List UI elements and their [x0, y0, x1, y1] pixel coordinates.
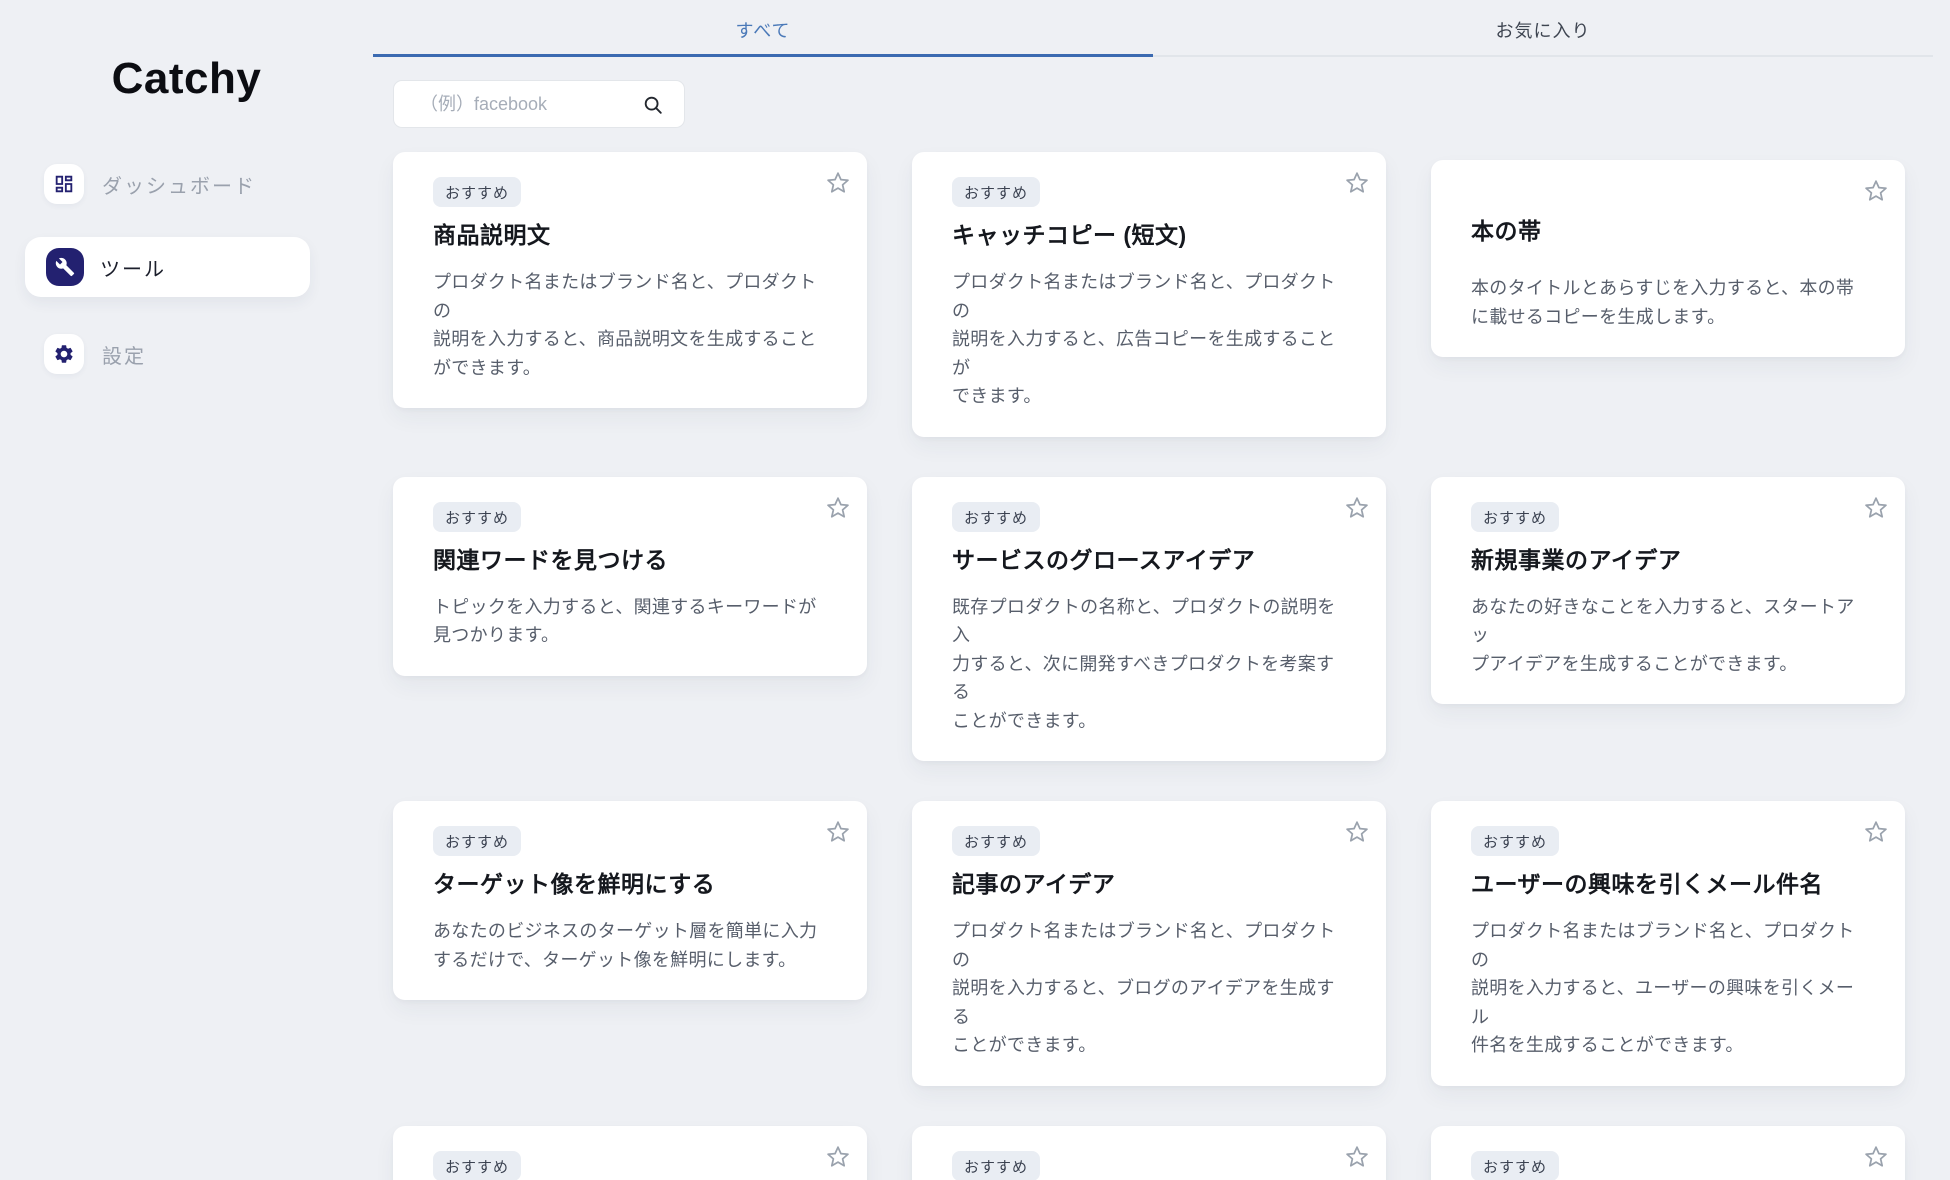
tool-card[interactable]: おすすめ 商品説明文 プロダクト名またはブランド名と、プロダクトの 説明を入力す… [393, 152, 867, 408]
app-logo: Catchy [0, 54, 373, 104]
sidebar-nav: ダッシュボード ツール 設定 [0, 164, 373, 374]
favorite-star-icon[interactable] [1861, 1142, 1891, 1172]
recommended-badge: おすすめ [1471, 826, 1559, 856]
favorite-star-icon[interactable] [823, 1142, 853, 1172]
tool-card-title: 本の帯 [1471, 212, 1871, 246]
sidebar: Catchy ダッシュボード ツール 設定 [0, 0, 373, 1180]
recommended-badge: おすすめ [952, 1151, 1040, 1180]
wrench-icon [46, 248, 84, 286]
tool-card-description: トピックを入力すると、関連するキーワードが 見つかります。 [433, 593, 833, 650]
sidebar-item-label: ダッシュボード [102, 170, 256, 199]
favorite-star-icon[interactable] [1861, 817, 1891, 847]
tool-card-description: プロダクト名またはブランド名と、プロダクトの 説明を入力すると、商品説明文を生成… [433, 268, 833, 382]
tab-bar: すべて お気に入り [373, 0, 1933, 57]
tool-card[interactable]: おすすめ ユーザーの声 プロダクト名またはブランド名と、プロダクトの 説明を入力… [912, 1126, 1386, 1180]
tab-favorites[interactable]: お気に入り [1153, 0, 1933, 57]
gear-icon [44, 334, 84, 374]
tool-card-description: あなたのビジネスのターゲット層を簡単に入力 するだけで、ターゲット像を鮮明にしま… [433, 917, 833, 974]
tool-card[interactable]: おすすめ サービスのオファーメッセージ プロダクト名またはブランド名と、プロダク… [1431, 1126, 1905, 1180]
recommended-badge: おすすめ [952, 177, 1040, 207]
favorite-star-icon[interactable] [1342, 168, 1372, 198]
tool-card-title: キャッチコピー (短文) [952, 216, 1352, 250]
tool-card-description: プロダクト名またはブランド名と、プロダクトの 説明を入力すると、広告コピーを生成… [952, 268, 1352, 411]
tool-card-title: サービスのグロースアイデア [952, 541, 1352, 575]
tool-card[interactable]: おすすめ ユーザーへの質問文 質問作成の対象となるトピックを入力すると、 質問を… [393, 1126, 867, 1180]
tool-card-description: あなたの好きなことを入力すると、スタートアッ プアイデアを生成することができます… [1471, 593, 1871, 679]
favorite-star-icon[interactable] [1861, 493, 1891, 523]
favorite-star-icon[interactable] [1342, 1142, 1372, 1172]
tool-card[interactable]: おすすめ 記事のアイデア プロダクト名またはブランド名と、プロダクトの 説明を入… [912, 801, 1386, 1086]
tool-card-title: 記事のアイデア [952, 865, 1352, 899]
favorite-star-icon[interactable] [823, 168, 853, 198]
favorite-star-icon[interactable] [823, 493, 853, 523]
recommended-badge: おすすめ [1471, 502, 1559, 532]
tool-card[interactable]: 本の帯 本のタイトルとあらすじを入力すると、本の帯 に載せるコピーを生成します。 [1431, 160, 1905, 357]
tool-card-description: 既存プロダクトの名称と、プロダクトの説明を入 力すると、次に開発すべきプロダクト… [952, 593, 1352, 736]
tool-card-title: 商品説明文 [433, 216, 833, 250]
sidebar-item-settings[interactable]: 設定 [44, 334, 373, 374]
sidebar-item-tools[interactable]: ツール [25, 237, 310, 297]
sidebar-item-label: ツール [100, 253, 166, 282]
favorite-star-icon[interactable] [823, 817, 853, 847]
favorite-star-icon[interactable] [1861, 176, 1891, 206]
search-icon[interactable] [642, 94, 664, 121]
dashboard-grid-icon [44, 164, 84, 204]
recommended-badge: おすすめ [952, 826, 1040, 856]
recommended-badge: おすすめ [1471, 1151, 1559, 1180]
recommended-badge: おすすめ [433, 502, 521, 532]
sidebar-item-dashboard[interactable]: ダッシュボード [44, 164, 373, 204]
tool-card-title: 新規事業のアイデア [1471, 541, 1871, 575]
tool-card[interactable]: おすすめ サービスのグロースアイデア 既存プロダクトの名称と、プロダクトの説明を… [912, 477, 1386, 762]
sidebar-item-label: 設定 [102, 340, 146, 369]
tool-card[interactable]: おすすめ ターゲット像を鮮明にする あなたのビジネスのターゲット層を簡単に入力 … [393, 801, 867, 1000]
recommended-badge: おすすめ [952, 502, 1040, 532]
recommended-badge: おすすめ [433, 826, 521, 856]
favorite-star-icon[interactable] [1342, 493, 1372, 523]
tool-card-title: ユーザーの興味を引くメール件名 [1471, 865, 1871, 899]
tool-card-description: プロダクト名またはブランド名と、プロダクトの 説明を入力すると、ユーザーの興味を… [1471, 917, 1871, 1060]
favorite-star-icon[interactable] [1342, 817, 1372, 847]
recommended-badge: おすすめ [433, 177, 521, 207]
tab-all[interactable]: すべて [373, 0, 1153, 57]
tool-card-title: 関連ワードを見つける [433, 541, 833, 575]
tool-card-grid: おすすめ 商品説明文 プロダクト名またはブランド名と、プロダクトの 説明を入力す… [393, 152, 1950, 1180]
tool-card[interactable]: おすすめ キャッチコピー (短文) プロダクト名またはブランド名と、プロダクトの… [912, 152, 1386, 437]
tool-card-title: ターゲット像を鮮明にする [433, 865, 833, 899]
tool-card-description: プロダクト名またはブランド名と、プロダクトの 説明を入力すると、ブログのアイデア… [952, 917, 1352, 1060]
search-input[interactable] [394, 94, 624, 115]
search-box [393, 80, 685, 128]
tool-card[interactable]: おすすめ ユーザーの興味を引くメール件名 プロダクト名またはブランド名と、プロダ… [1431, 801, 1905, 1086]
content-area: おすすめ 商品説明文 プロダクト名またはブランド名と、プロダクトの 説明を入力す… [373, 57, 1950, 1180]
tool-card[interactable]: おすすめ 新規事業のアイデア あなたの好きなことを入力すると、スタートアッ プア… [1431, 477, 1905, 705]
main-area: すべて お気に入り おすすめ 商品説明文 プロダクト名またはブランド名と、 [373, 0, 1950, 1180]
recommended-badge: おすすめ [433, 1151, 521, 1180]
tool-card-description: 本のタイトルとあらすじを入力すると、本の帯 に載せるコピーを生成します。 [1471, 274, 1871, 331]
tool-card[interactable]: おすすめ 関連ワードを見つける トピックを入力すると、関連するキーワードが 見つ… [393, 477, 867, 676]
